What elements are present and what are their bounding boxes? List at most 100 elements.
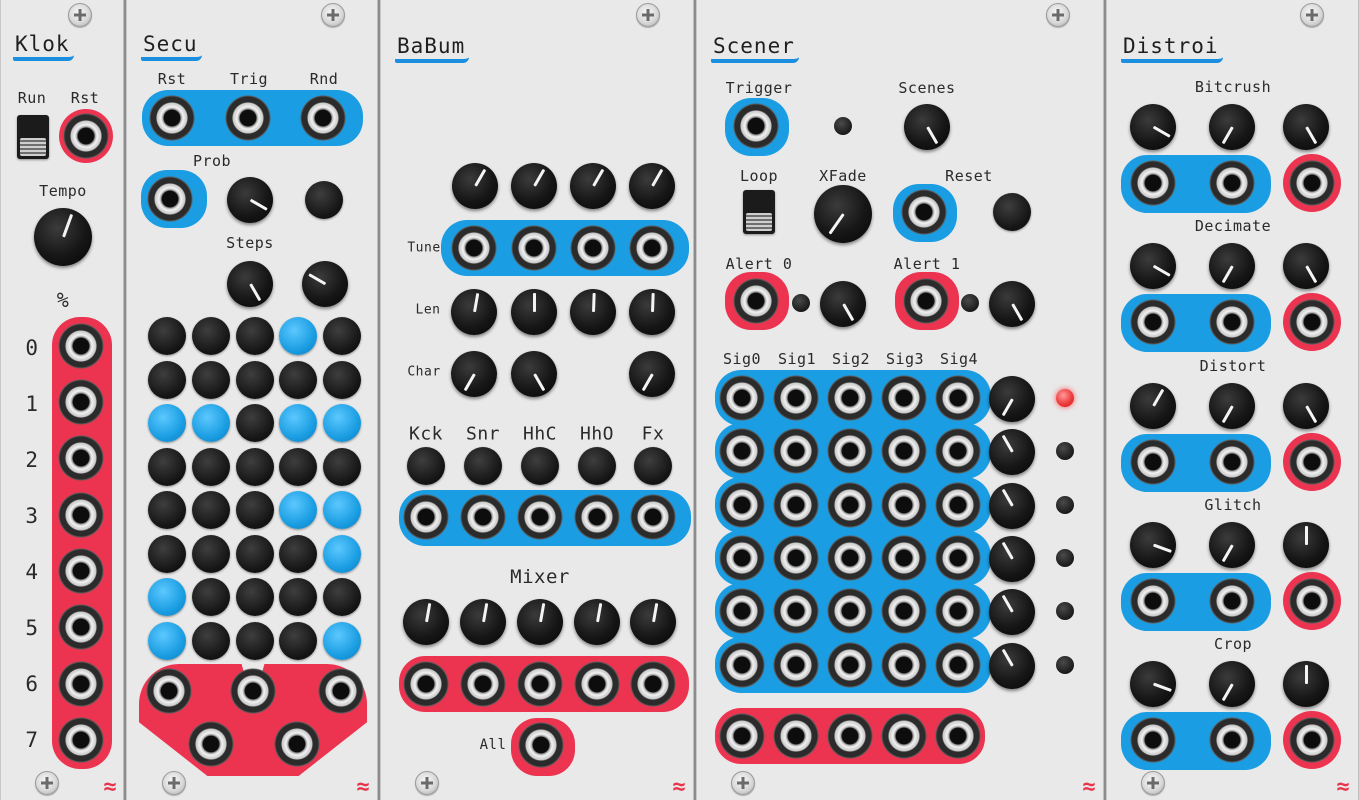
- effect-output-port[interactable]: [1288, 159, 1336, 207]
- snr-output-port[interactable]: [459, 660, 507, 708]
- alert0-knob[interactable]: [820, 281, 866, 327]
- hhc-trigger-port[interactable]: [516, 493, 564, 541]
- effect-knob-3[interactable]: [1283, 661, 1329, 708]
- step-button[interactable]: [192, 621, 230, 660]
- step-button[interactable]: [279, 447, 317, 486]
- scene-signal-input-port[interactable]: [826, 587, 874, 636]
- mixer-knob-hhc[interactable]: [517, 599, 563, 645]
- scene-signal-input-port[interactable]: [826, 533, 874, 582]
- effect-input-port-2[interactable]: [1208, 576, 1256, 625]
- run-switch[interactable]: [17, 115, 49, 159]
- output-port-3[interactable]: [317, 667, 365, 715]
- hhc-trigger-button[interactable]: [521, 447, 559, 485]
- effect-knob-1[interactable]: [1130, 661, 1176, 708]
- scene-signal-input-port[interactable]: [934, 640, 982, 689]
- xfade-knob[interactable]: [814, 185, 872, 243]
- step-button[interactable]: [192, 360, 230, 399]
- sig2-output-port[interactable]: [826, 712, 874, 760]
- step-button[interactable]: [148, 534, 186, 573]
- output-port-7[interactable]: [57, 716, 105, 764]
- effect-input-port-2[interactable]: [1208, 437, 1256, 486]
- step-button[interactable]: [236, 447, 274, 486]
- step-button[interactable]: [279, 360, 317, 399]
- effect-knob-1[interactable]: [1130, 243, 1176, 290]
- output-port-2[interactable]: [57, 434, 105, 482]
- effect-knob-1[interactable]: [1130, 382, 1176, 429]
- step-button[interactable]: [323, 491, 361, 529]
- step-button[interactable]: [236, 404, 274, 442]
- output-port-5[interactable]: [57, 603, 105, 651]
- len-knob-3[interactable]: [570, 289, 616, 335]
- step-button[interactable]: [236, 360, 274, 399]
- len-knob-4[interactable]: [629, 289, 675, 335]
- trig-input-port[interactable]: [224, 94, 272, 142]
- step-button[interactable]: [279, 621, 317, 660]
- steps-knob-1[interactable]: [227, 261, 273, 307]
- effect-knob-2[interactable]: [1209, 521, 1255, 568]
- steps-knob-2[interactable]: [302, 261, 348, 307]
- effect-input-port-1[interactable]: [1129, 159, 1177, 207]
- tune-input-port-1[interactable]: [450, 224, 498, 272]
- mixer-knob-snr[interactable]: [460, 599, 506, 645]
- step-button[interactable]: [192, 404, 230, 442]
- effect-input-port-1[interactable]: [1129, 716, 1177, 765]
- effect-input-port-1[interactable]: [1129, 576, 1177, 625]
- effect-output-port[interactable]: [1288, 716, 1336, 765]
- step-button[interactable]: [279, 404, 317, 442]
- step-button[interactable]: [279, 534, 317, 573]
- step-button[interactable]: [192, 447, 230, 486]
- tune-input-port-2[interactable]: [510, 224, 558, 272]
- step-button[interactable]: [192, 491, 230, 529]
- scene-signal-input-port[interactable]: [772, 427, 820, 476]
- tune-knob-2[interactable]: [511, 163, 557, 209]
- scene-signal-input-port[interactable]: [718, 480, 766, 529]
- tune-knob-1[interactable]: [452, 163, 498, 209]
- output-port-2[interactable]: [229, 667, 277, 715]
- scene-signal-input-port[interactable]: [934, 533, 982, 582]
- kck-output-port[interactable]: [402, 660, 450, 708]
- fx-trigger-button[interactable]: [634, 447, 672, 485]
- output-port-1[interactable]: [145, 667, 193, 715]
- tune-knob-4[interactable]: [629, 163, 675, 209]
- len-knob-2[interactable]: [511, 289, 557, 335]
- scene-level-knob[interactable]: [989, 482, 1035, 529]
- mixer-knob-fx[interactable]: [630, 599, 676, 645]
- rst-input-port[interactable]: [62, 112, 110, 160]
- char-knob-1[interactable]: [451, 351, 497, 397]
- output-port-3[interactable]: [57, 491, 105, 539]
- scene-level-knob[interactable]: [989, 535, 1035, 582]
- effect-knob-3[interactable]: [1283, 382, 1329, 429]
- scene-signal-input-port[interactable]: [880, 374, 928, 422]
- scene-signal-input-port[interactable]: [772, 374, 820, 422]
- scenes-knob[interactable]: [904, 104, 950, 150]
- effect-knob-2[interactable]: [1209, 243, 1255, 290]
- output-port-4[interactable]: [57, 547, 105, 595]
- step-button[interactable]: [148, 578, 186, 616]
- scene-signal-input-port[interactable]: [880, 587, 928, 636]
- output-port-4[interactable]: [187, 720, 235, 768]
- step-button[interactable]: [192, 317, 230, 355]
- scene-signal-input-port[interactable]: [772, 480, 820, 529]
- trigger-input-port[interactable]: [732, 102, 780, 150]
- effect-knob-3[interactable]: [1283, 521, 1329, 568]
- loop-switch[interactable]: [743, 190, 775, 234]
- scene-signal-input-port[interactable]: [718, 374, 766, 422]
- step-button[interactable]: [323, 534, 361, 573]
- snr-trigger-button[interactable]: [464, 447, 502, 485]
- effect-input-port-2[interactable]: [1208, 159, 1256, 207]
- step-button[interactable]: [323, 404, 361, 442]
- kck-trigger-port[interactable]: [402, 493, 450, 541]
- step-button[interactable]: [236, 491, 274, 529]
- rnd-button[interactable]: [305, 181, 343, 219]
- scene-signal-input-port[interactable]: [772, 533, 820, 582]
- char-knob-4[interactable]: [629, 351, 675, 397]
- output-port-5[interactable]: [273, 720, 321, 768]
- scene-signal-input-port[interactable]: [934, 587, 982, 636]
- output-port-1[interactable]: [57, 378, 105, 426]
- tempo-knob[interactable]: [34, 208, 92, 266]
- effect-knob-2[interactable]: [1209, 382, 1255, 429]
- scene-level-knob[interactable]: [989, 429, 1035, 476]
- prob-knob[interactable]: [227, 177, 273, 223]
- tune-input-port-3[interactable]: [569, 224, 617, 272]
- step-button[interactable]: [148, 404, 186, 442]
